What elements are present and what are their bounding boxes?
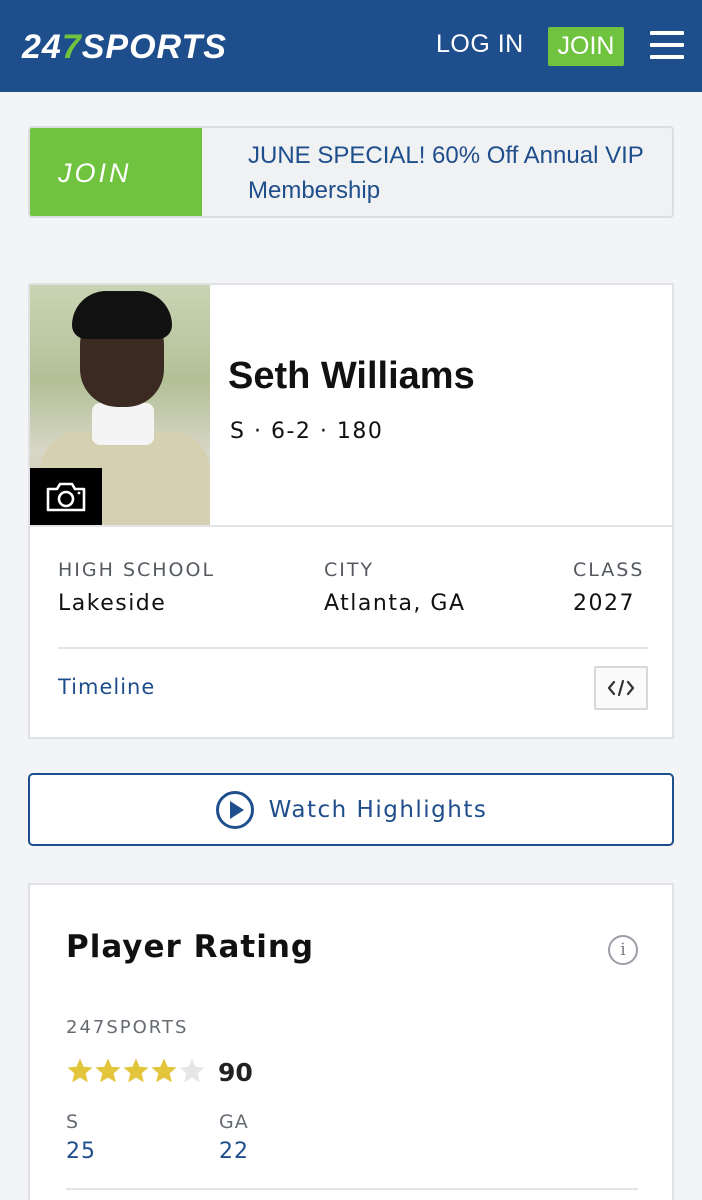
divider xyxy=(66,1188,638,1190)
star-filled-icon xyxy=(67,1058,93,1083)
star-rating xyxy=(66,1057,206,1085)
star-filled-icon xyxy=(95,1058,121,1083)
top-nav-bar: 247SPORTS LOG IN JOIN xyxy=(0,0,702,92)
timeline-link[interactable]: Timeline xyxy=(58,675,155,699)
player-rating-card: Player Rating i 247SPORTS 90 S 25 GA 22 xyxy=(28,883,674,1200)
high-school-value[interactable]: Lakeside xyxy=(58,591,166,616)
logo-prefix: 24 xyxy=(22,28,62,66)
rating-source: 247SPORTS xyxy=(66,1017,189,1038)
promo-join-tag: JOIN xyxy=(30,128,202,216)
class-label: CLASS xyxy=(573,559,645,581)
rating-score: 90 xyxy=(218,1058,253,1087)
watch-highlights-label: Watch Highlights xyxy=(268,796,488,823)
logo-seven: 7 xyxy=(61,28,82,66)
promo-join-label: JOIN xyxy=(58,158,132,188)
hamburger-menu-icon[interactable] xyxy=(650,31,684,59)
high-school-label: HIGH SCHOOL xyxy=(58,559,216,581)
camera-icon[interactable] xyxy=(30,468,102,525)
city-label: CITY xyxy=(324,559,375,581)
position-rank-label: S xyxy=(66,1111,80,1133)
star-filled-icon xyxy=(151,1058,177,1083)
player-card: Seth Williams S · 6-2 · 180 HIGH SCHOOL … xyxy=(28,283,674,739)
promo-text: JUNE SPECIAL! 60% Off Annual VIP Members… xyxy=(248,142,644,204)
star-empty-icon xyxy=(179,1058,205,1083)
login-link[interactable]: LOG IN xyxy=(436,30,524,59)
position-rank-value[interactable]: 25 xyxy=(66,1139,96,1164)
watch-highlights-button[interactable]: Watch Highlights xyxy=(28,773,674,846)
code-embed-icon[interactable] xyxy=(594,666,648,710)
info-icon[interactable]: i xyxy=(608,935,638,965)
player-rating-title: Player Rating xyxy=(66,929,315,965)
site-logo[interactable]: 247SPORTS xyxy=(22,28,227,67)
city-value: Atlanta, GA xyxy=(324,591,466,616)
divider xyxy=(30,525,672,527)
class-value: 2027 xyxy=(573,591,635,616)
logo-suffix: SPORTS xyxy=(81,28,227,66)
play-circle-icon xyxy=(215,790,254,829)
player-position-height-weight: S · 6-2 · 180 xyxy=(230,419,384,444)
promo-banner[interactable]: JOIN JUNE SPECIAL! 60% Off Annual VIP Me… xyxy=(28,126,674,218)
state-rank-value[interactable]: 22 xyxy=(219,1139,249,1164)
star-filled-icon xyxy=(123,1058,149,1083)
join-button[interactable]: JOIN xyxy=(548,27,624,66)
divider xyxy=(58,647,648,649)
player-name: Seth Williams xyxy=(228,355,475,397)
state-rank-label: GA xyxy=(219,1111,249,1133)
